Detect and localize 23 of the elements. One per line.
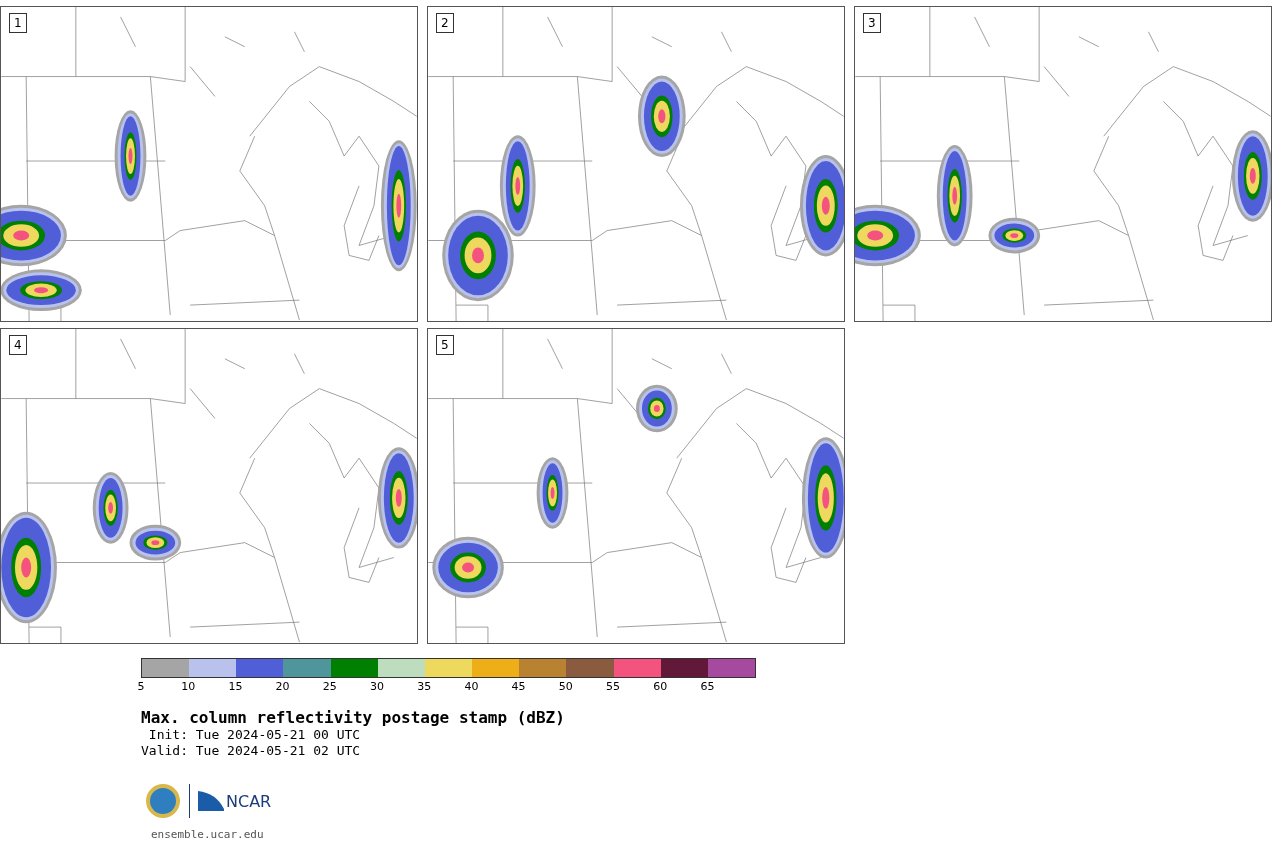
ncar-logo-text: NCAR — [226, 793, 272, 811]
panel-number: 2 — [436, 13, 454, 33]
website-url: ensemble.ucar.edu — [151, 828, 264, 841]
colorbar-tick-label: 25 — [322, 681, 337, 693]
valid-time: Valid: Tue 2024-05-21 02 UTC — [141, 743, 362, 759]
colorbar-tick-label: 30 — [370, 681, 384, 693]
colorbar-tick-label: 60 — [653, 681, 668, 693]
colorbar-tick-label: 15 — [228, 681, 243, 693]
colorbar-tick-label: 40 — [464, 681, 479, 693]
colorbar-tick-label: 55 — [606, 681, 620, 693]
colorbar-tick-label: 20 — [275, 681, 290, 693]
colorbar-tick-label: 65 — [700, 681, 715, 693]
init-time: Init: Tue 2024-05-21 00 UTC — [147, 727, 362, 743]
colorbar-tick-label: 45 — [511, 681, 526, 693]
colorbar-tick-label: 35 — [417, 681, 432, 693]
panel-number: 3 — [863, 13, 881, 33]
colorbar-tick-label: 50 — [558, 681, 573, 693]
panel-number: 1 — [9, 13, 27, 33]
colorbar-tick-label: 5 — [137, 681, 145, 693]
chart-title: Max. column reflectivity postage stamp (dBZ) — [141, 708, 566, 727]
panel-number: 5 — [436, 335, 454, 355]
colorbar-tick-label: 10 — [181, 681, 196, 693]
panel-number: 4 — [9, 335, 27, 355]
